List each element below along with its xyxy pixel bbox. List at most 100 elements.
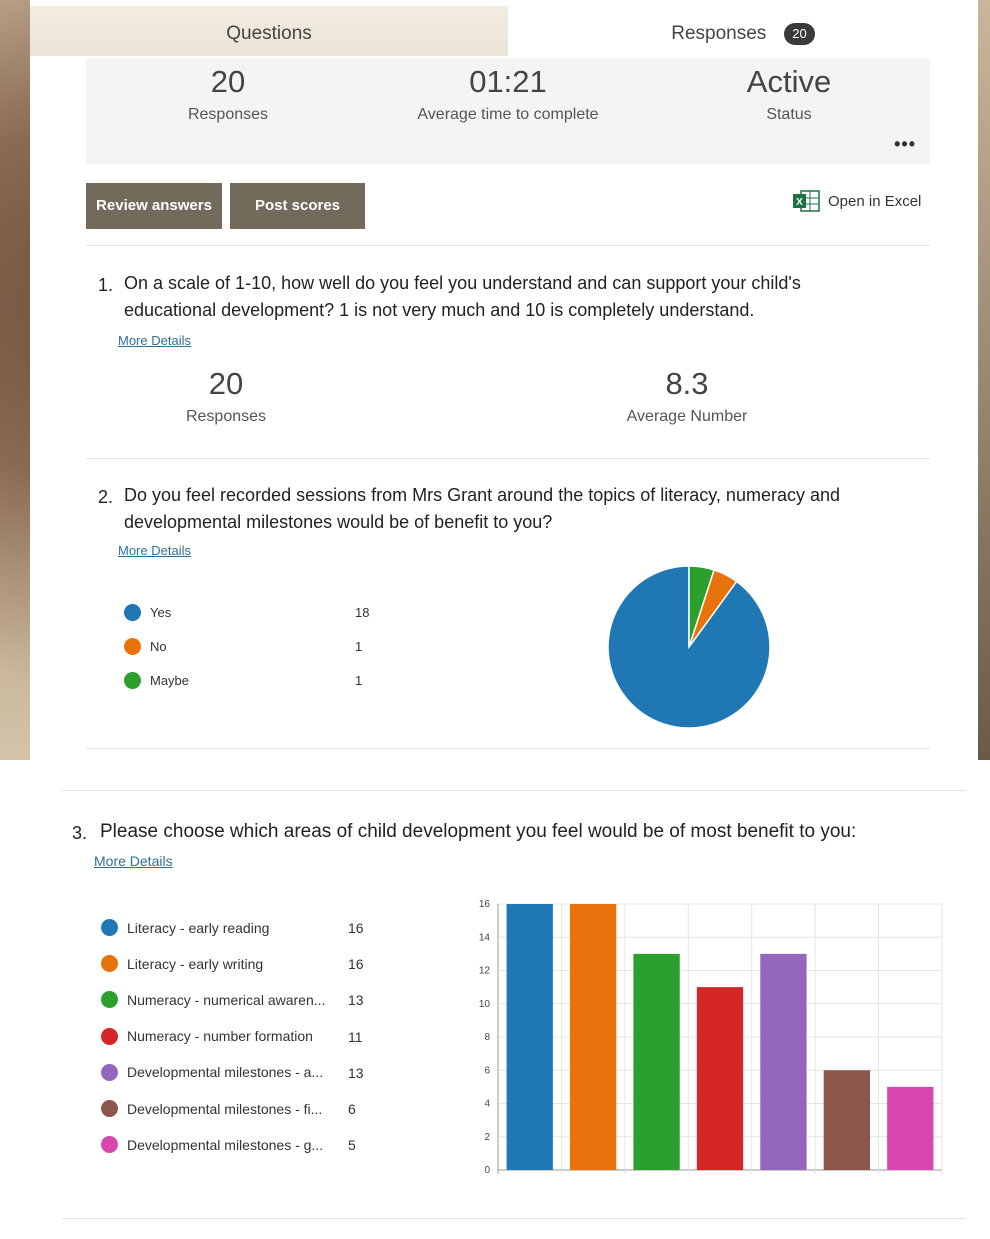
legend-swatch xyxy=(101,1027,118,1045)
legend-count: 6 xyxy=(348,1101,356,1117)
status-value: Active xyxy=(746,64,832,99)
q2-legend-item: Maybe xyxy=(124,672,189,689)
review-answers-button[interactable]: Review answers xyxy=(86,183,222,229)
legend-count: 1 xyxy=(355,639,363,654)
legend-count: 5 xyxy=(348,1137,356,1154)
summary-status: Active Status xyxy=(716,64,862,124)
legend-swatch xyxy=(101,1063,118,1081)
legend-label: Literacy - early reading xyxy=(127,919,270,936)
y-tick-label: 10 xyxy=(479,999,491,1010)
legend-count: 13 xyxy=(348,992,364,1009)
divider xyxy=(86,748,930,749)
y-tick-label: 8 xyxy=(484,1032,490,1043)
q3-legend-item: Developmental milestones - g... xyxy=(101,1136,324,1154)
q2-number: 2. xyxy=(98,487,114,507)
q2-more-details-link[interactable]: More Details xyxy=(118,543,191,558)
bar-4[interactable] xyxy=(696,987,744,1170)
responses-count-badge: 20 xyxy=(784,22,815,45)
responses-value: 20 xyxy=(210,64,246,99)
open-in-excel-label: Open in Excel xyxy=(828,192,922,210)
legend-label: Developmental milestones - g... xyxy=(127,1136,324,1153)
q3-number: 3. xyxy=(72,823,88,843)
legend-count: 11 xyxy=(348,1028,363,1045)
q1-average-value: 8.3 xyxy=(665,366,709,401)
q1-title-line2: educational development? 1 is not very m… xyxy=(124,300,755,320)
legend-label: Numeracy - numerical awaren... xyxy=(127,991,326,1008)
divider xyxy=(62,790,966,791)
legend-swatch xyxy=(101,1100,118,1117)
legend-swatch xyxy=(124,604,141,621)
legend-count: 13 xyxy=(348,1064,364,1081)
legend-label: Yes xyxy=(150,605,172,620)
legend-swatch xyxy=(124,672,141,689)
q3-legend-item: Literacy - early reading xyxy=(101,919,269,936)
legend-count: 1 xyxy=(355,673,363,688)
y-tick-label: 12 xyxy=(479,966,491,977)
legend-label: Literacy - early writing xyxy=(127,955,264,972)
avg-time-label: Average time to complete xyxy=(417,106,599,123)
q3-legend-item: Developmental milestones - a... xyxy=(101,1063,323,1081)
divider xyxy=(62,1218,966,1219)
q3-more-details-link[interactable]: More Details xyxy=(94,853,173,869)
bar-7[interactable] xyxy=(887,1086,934,1170)
summary-avg-time: 01:21 Average time to complete xyxy=(398,64,618,124)
avg-time-value: 01:21 xyxy=(469,64,547,99)
q1-average: 8.3 Average Number xyxy=(606,366,768,426)
y-tick-label: 16 xyxy=(479,899,491,910)
q3-legend-item: Literacy - early writing xyxy=(101,955,264,973)
q2-legend-item: Yes xyxy=(124,604,171,621)
q3-title: Please choose which areas of child devel… xyxy=(100,821,857,842)
q1-more-details-link[interactable]: More Details xyxy=(118,333,191,348)
bar-5[interactable] xyxy=(760,953,807,1170)
q3-legend-item: Numeracy - numerical awaren... xyxy=(101,991,326,1009)
q2-pie-chart xyxy=(607,565,771,729)
q2-title-line1: Do you feel recorded sessions from Mrs G… xyxy=(124,485,840,505)
legend-swatch xyxy=(101,919,118,936)
q3-bar-chart: 0 2 4 6 8 10 12 14 16 xyxy=(479,899,943,1176)
bar-1[interactable] xyxy=(506,904,553,1170)
legend-count: 18 xyxy=(355,605,370,620)
tab-questions[interactable]: Questions xyxy=(30,6,508,56)
background-photo-edge xyxy=(978,0,990,760)
q1-title-line1: On a scale of 1-10, how well do you feel… xyxy=(124,273,801,293)
summary-responses: 20 Responses xyxy=(146,64,310,124)
legend-swatch xyxy=(101,1136,118,1154)
tab-responses[interactable]: Responses 20 xyxy=(508,6,978,56)
q2-legend-item: No xyxy=(124,638,167,655)
bar-2[interactable] xyxy=(569,904,617,1170)
bar-6[interactable] xyxy=(823,1070,871,1170)
responses-label: Responses xyxy=(187,106,269,123)
svg-text:X: X xyxy=(796,197,803,208)
q1-responses-value: 20 xyxy=(208,366,244,401)
excel-icon: X xyxy=(792,190,820,212)
open-in-excel-link[interactable]: X Open in Excel xyxy=(792,190,921,212)
status-label: Status xyxy=(766,106,812,123)
legend-swatch xyxy=(101,991,118,1009)
q1-responses-label: Responses xyxy=(185,408,267,425)
legend-label: No xyxy=(150,639,167,654)
post-scores-button[interactable]: Post scores xyxy=(230,183,365,229)
y-tick-label: 2 xyxy=(484,1132,490,1143)
summary-card: 20 Responses 01:21 Average time to compl… xyxy=(86,58,930,164)
q2-title-line2: developmental milestones would be of ben… xyxy=(124,512,553,532)
legend-swatch xyxy=(101,955,118,973)
y-tick-label: 0 xyxy=(484,1165,490,1176)
y-tick-label: 4 xyxy=(484,1099,490,1110)
legend-count: 16 xyxy=(348,956,364,973)
q1-title: On a scale of 1-10, how well do you feel… xyxy=(124,270,801,324)
legend-count: 16 xyxy=(348,920,364,936)
legend-label: Developmental milestones - fi... xyxy=(127,1100,323,1117)
legend-label: Maybe xyxy=(150,673,190,688)
q3-legend-item: Numeracy - number formation xyxy=(101,1027,313,1045)
bar-3[interactable] xyxy=(633,953,680,1170)
tab-questions-label: Questions xyxy=(226,23,312,44)
q1-average-label: Average Number xyxy=(626,408,748,425)
q2-title: Do you feel recorded sessions from Mrs G… xyxy=(124,482,840,536)
legend-swatch xyxy=(124,638,141,655)
legend-label: Numeracy - number formation xyxy=(127,1028,313,1045)
q3-legend-item: Developmental milestones - fi... xyxy=(101,1100,322,1117)
divider xyxy=(86,458,930,459)
tab-responses-label: Responses xyxy=(671,23,767,44)
divider xyxy=(86,245,930,246)
more-options-icon[interactable]: ••• xyxy=(894,134,916,155)
